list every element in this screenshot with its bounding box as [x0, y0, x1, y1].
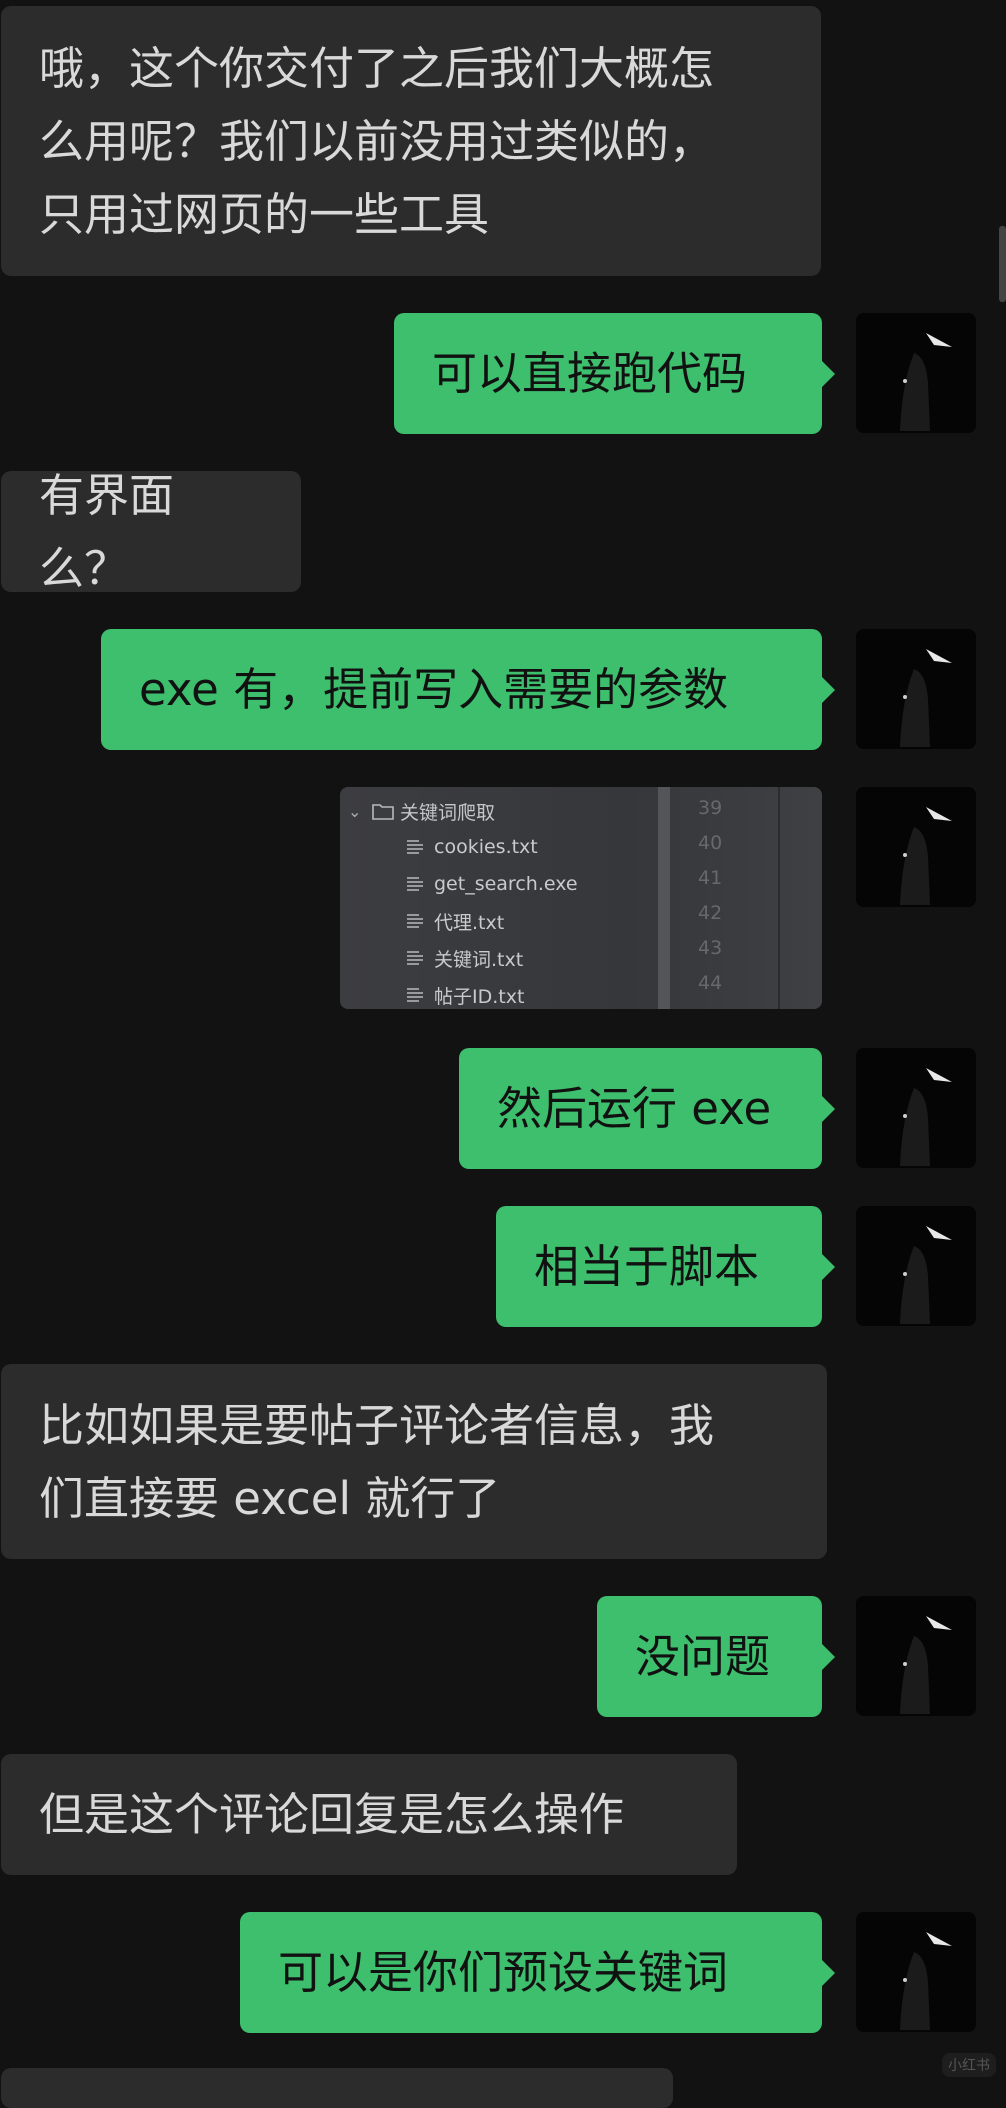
message-text: 但是这个评论回复是怎么操作 — [39, 1788, 625, 1841]
message-text: 相当于脚本 — [534, 1240, 760, 1293]
explorer-scrollbar — [658, 787, 670, 1009]
file-name: 关键词.txt — [434, 948, 524, 971]
avatar-image — [856, 313, 976, 433]
line-number: 40 — [698, 832, 723, 854]
user-avatar[interactable] — [856, 313, 976, 433]
avatar-image — [856, 787, 976, 907]
folder-row: ⌄ 关键词爬取 — [348, 795, 495, 827]
message-text: 可以是你们预设关键词 — [278, 1946, 729, 1999]
line-number: 42 — [698, 902, 723, 924]
message-bubble-incoming-partial[interactable] — [1, 2068, 673, 2108]
file-name: 帖子ID.txt — [434, 985, 525, 1008]
message-text: 可以直接跑代码 — [432, 347, 748, 400]
image-message-file-explorer[interactable]: ⌄ 关键词爬取 cookies.txt get_search.exe 代理.tx… — [340, 787, 822, 1009]
message-bubble-incoming[interactable]: 比如如果是要帖子评论者信息，我 们直接要 excel 就行了 — [1, 1364, 827, 1559]
avatar-image — [856, 1206, 976, 1326]
text-file-icon — [407, 988, 423, 1002]
avatar-image — [856, 1912, 976, 2032]
text-file-icon — [407, 914, 423, 928]
message-bubble-outgoing[interactable]: exe 有，提前写入需要的参数 — [101, 629, 835, 750]
text-file-icon — [407, 951, 423, 965]
text-file-icon — [407, 840, 423, 854]
file-name: cookies.txt — [434, 836, 538, 858]
message-bubble-outgoing[interactable]: 可以是你们预设关键词 — [240, 1912, 835, 2033]
message-bubble-incoming[interactable]: 有界面么？ — [1, 469, 301, 595]
file-name: get_search.exe — [434, 873, 578, 895]
message-bubble-outgoing[interactable]: 没问题 — [597, 1596, 835, 1717]
message-bubble-outgoing[interactable]: 可以直接跑代码 — [394, 313, 835, 434]
message-bubble-outgoing[interactable]: 相当于脚本 — [496, 1206, 835, 1327]
user-avatar[interactable] — [856, 787, 976, 907]
file-row: cookies.txt — [406, 831, 538, 863]
message-text: 没问题 — [635, 1630, 771, 1683]
file-row: get_search.exe — [406, 868, 578, 900]
user-avatar[interactable] — [856, 1206, 976, 1326]
line-number: 44 — [698, 972, 723, 994]
line-number: 41 — [698, 867, 723, 889]
avatar-image — [856, 629, 976, 749]
page-scrollbar[interactable] — [999, 226, 1006, 302]
user-avatar[interactable] — [856, 1596, 976, 1716]
avatar-image — [856, 1048, 976, 1168]
file-name: 代理.txt — [434, 911, 505, 934]
message-bubble-incoming[interactable]: 但是这个评论回复是怎么操作 — [1, 1754, 737, 1875]
message-bubble-incoming[interactable]: 哦，这个你交付了之后我们大概怎 么用呢？我们以前没用过类似的， 只用过网页的一些… — [1, 6, 821, 276]
message-text: 有界面么？ — [39, 468, 175, 595]
message-text: exe 有，提前写入需要的参数 — [139, 663, 729, 716]
line-number: 39 — [698, 797, 723, 819]
message-text: 哦，这个你交付了之后我们大概怎 么用呢？我们以前没用过类似的， 只用过网页的一些… — [39, 41, 715, 241]
user-avatar[interactable] — [856, 1912, 976, 2032]
user-avatar[interactable] — [856, 629, 976, 749]
message-text: 然后运行 exe — [497, 1082, 772, 1135]
message-text: 比如如果是要帖子评论者信息，我 们直接要 excel 就行了 — [39, 1398, 715, 1525]
line-number: 43 — [698, 937, 723, 959]
folder-name: 关键词爬取 — [400, 801, 496, 824]
text-file-icon — [407, 877, 423, 891]
avatar-image — [856, 1596, 976, 1716]
file-row: 代理.txt — [406, 905, 504, 937]
user-avatar[interactable] — [856, 1048, 976, 1168]
message-bubble-outgoing[interactable]: 然后运行 exe — [459, 1048, 835, 1169]
watermark: 小红书 — [942, 2053, 996, 2077]
folder-icon — [372, 804, 394, 820]
file-row: 帖子ID.txt — [406, 979, 524, 1009]
editor-divider — [778, 787, 780, 1009]
chevron-down-icon: ⌄ — [348, 801, 362, 821]
file-row: 关键词.txt — [406, 942, 523, 974]
